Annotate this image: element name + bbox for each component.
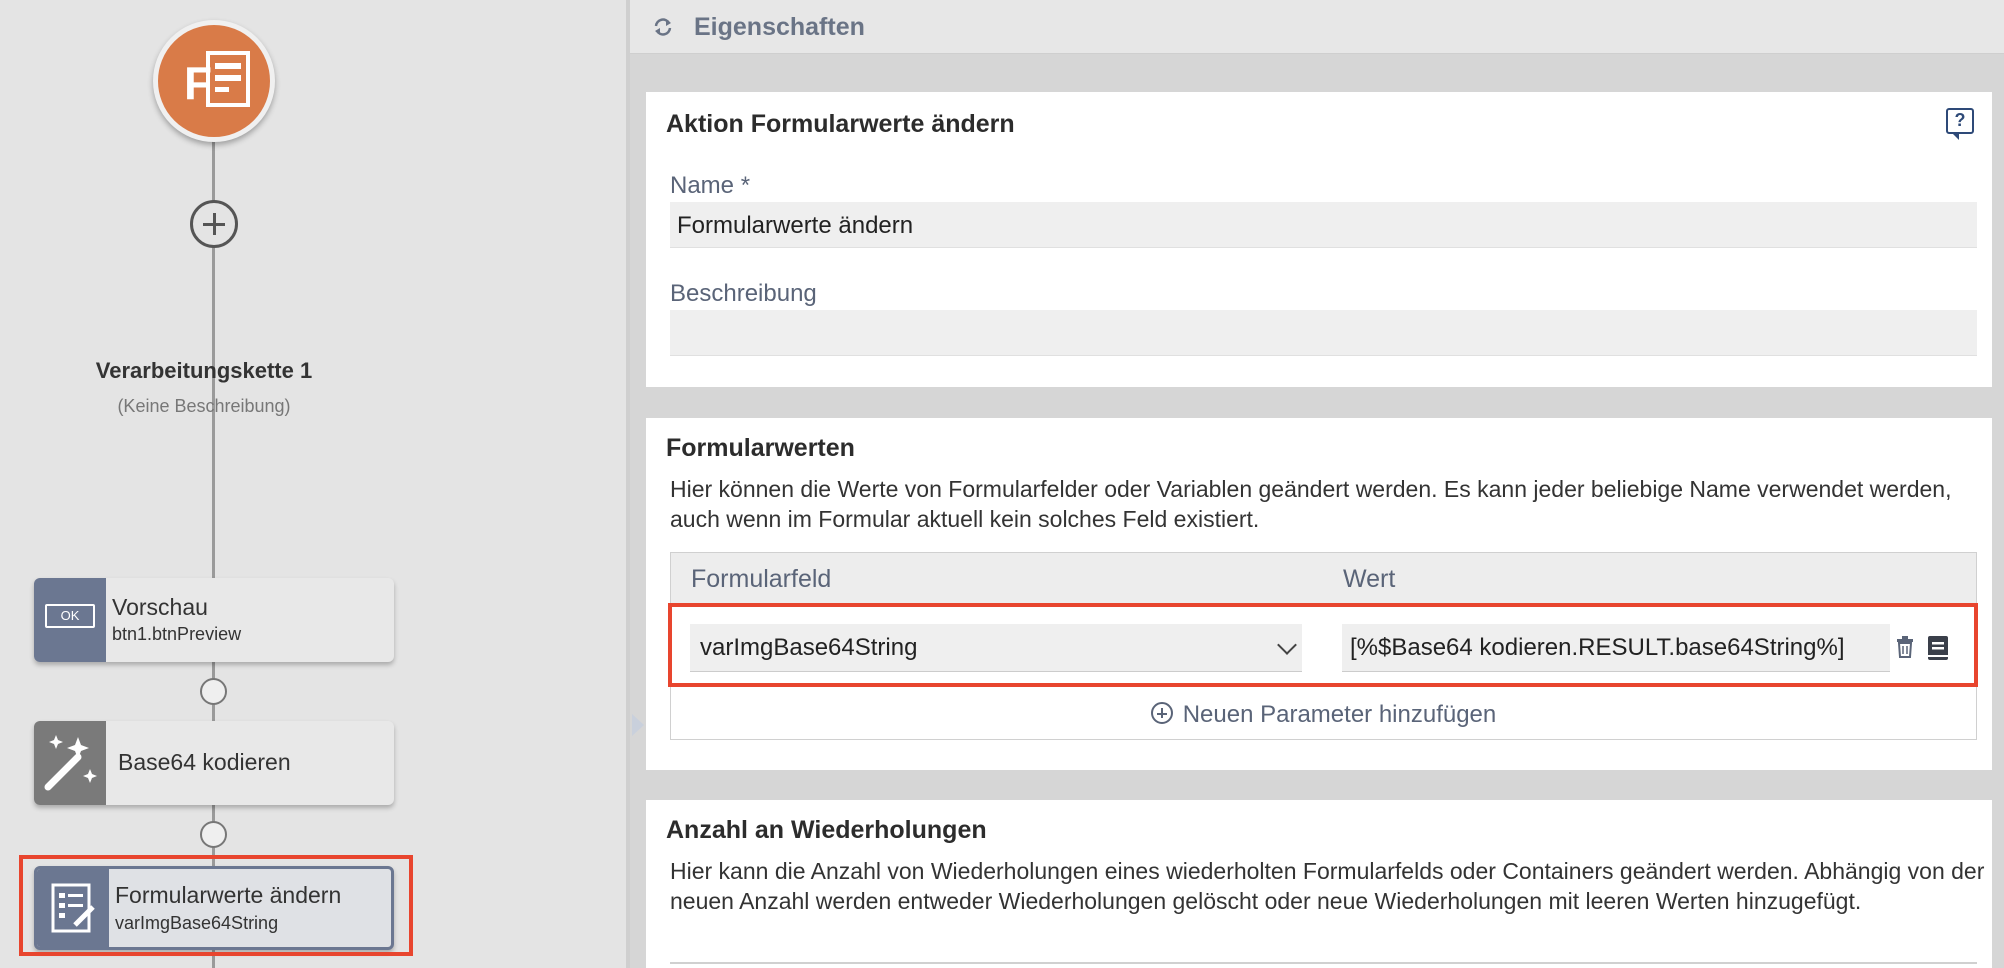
magic-wand-icon bbox=[34, 721, 106, 805]
flow-line bbox=[212, 140, 215, 940]
form-values-description: Hier können die Werte von Formularfelder… bbox=[670, 476, 1952, 532]
repetitions-description: Hier kann die Anzahl von Wiederholungen … bbox=[670, 858, 1985, 914]
description-input[interactable] bbox=[670, 310, 1977, 356]
add-circle-icon bbox=[1150, 702, 1173, 724]
highlight-selected-node bbox=[19, 855, 413, 956]
flow-node-base64[interactable]: Base64 kodieren bbox=[34, 721, 394, 805]
chain-description: (Keine Beschreibung) bbox=[117, 396, 291, 416]
add-step-button[interactable] bbox=[190, 200, 238, 248]
name-label: Name * bbox=[670, 172, 751, 199]
help-icon[interactable]: ? bbox=[1946, 108, 1974, 140]
action-card-title: Aktion Formularwerte ändern bbox=[666, 110, 1015, 138]
flow-node-preview[interactable]: OK Vorschau btn1.btnPreview bbox=[34, 578, 394, 662]
description-label: Beschreibung bbox=[670, 280, 817, 307]
repetitions-table-top bbox=[670, 962, 1977, 964]
ok-badge: OK bbox=[45, 604, 95, 628]
add-parameter-button[interactable]: Neuen Parameter hinzufügen bbox=[671, 689, 1976, 739]
node-title: Vorschau bbox=[112, 594, 208, 620]
node-title: Base64 kodieren bbox=[118, 749, 291, 775]
panel-splitter[interactable] bbox=[626, 0, 630, 968]
form-values-title: Formularwerten bbox=[666, 434, 855, 462]
column-header-field: Formularfeld bbox=[691, 565, 832, 593]
flow-connector[interactable] bbox=[200, 678, 227, 705]
name-input[interactable]: Formularwerte ändern bbox=[670, 202, 1977, 248]
add-parameter-label: Neuen Parameter hinzufügen bbox=[1182, 701, 1497, 728]
repetitions-title: Anzahl an Wiederholungen bbox=[666, 816, 987, 844]
table-header: Formularfeld Wert bbox=[671, 553, 1976, 603]
ok-button-icon: OK bbox=[34, 578, 106, 662]
column-header-value: Wert bbox=[1343, 565, 1396, 593]
highlight-value-row bbox=[668, 603, 1978, 687]
flow-connector[interactable] bbox=[200, 821, 227, 848]
form-logo-icon[interactable]: F bbox=[153, 20, 275, 142]
node-subtitle: btn1.btnPreview bbox=[112, 624, 242, 644]
repetitions-card: Anzahl an Wiederholungen Hier kann die A… bbox=[646, 800, 1992, 968]
refresh-icon[interactable] bbox=[652, 16, 674, 38]
properties-header: Eigenschaften bbox=[630, 0, 2004, 54]
form-values-card: Formularwerten Hier können die Werte von… bbox=[646, 418, 1992, 770]
collapse-arrow-icon[interactable] bbox=[632, 714, 644, 736]
properties-title: Eigenschaften bbox=[694, 13, 865, 41]
action-card: Aktion Formularwerte ändern ? Name * For… bbox=[646, 92, 1992, 387]
flow-panel: F Verarbeitungskette 1 (Keine Beschreibu… bbox=[0, 0, 626, 968]
chain-title: Verarbeitungskette 1 bbox=[95, 358, 313, 383]
